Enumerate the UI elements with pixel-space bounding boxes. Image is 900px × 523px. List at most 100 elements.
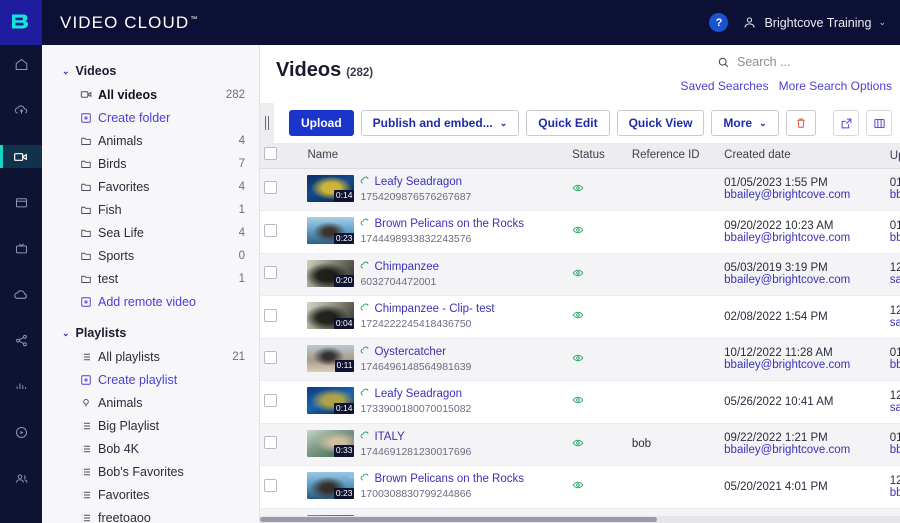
rail-item-players[interactable]: [0, 421, 42, 444]
row-select-cell[interactable]: [260, 296, 303, 339]
search-icon[interactable]: [717, 56, 730, 69]
video-thumbnail[interactable]: ⇥ 0:23: [307, 472, 354, 499]
quick-edit-button[interactable]: Quick Edit: [526, 110, 609, 136]
horizontal-scrollbar[interactable]: [260, 516, 900, 523]
row-select-cell[interactable]: [260, 466, 303, 509]
sidebar-item-playlist-big-playlist[interactable]: Big Playlist: [42, 414, 259, 437]
column-header-created-date[interactable]: Created date: [720, 143, 886, 168]
rail-item-social[interactable]: [0, 329, 42, 352]
sidebar-item-create-folder[interactable]: Create folder: [42, 106, 259, 129]
rail-item-archive[interactable]: [0, 191, 42, 214]
select-all-header[interactable]: [260, 143, 303, 168]
video-thumbnail[interactable]: 0:04: [307, 302, 354, 329]
row-checkbox[interactable]: [264, 266, 277, 279]
eye-icon[interactable]: [572, 352, 624, 367]
more-search-options-link[interactable]: More Search Options: [779, 79, 892, 93]
publish-and-embed-button[interactable]: Publish and embed... ⌄: [361, 110, 520, 136]
row-checkbox[interactable]: [264, 436, 277, 449]
row-select-cell[interactable]: [260, 211, 303, 254]
upload-button[interactable]: Upload: [289, 110, 354, 136]
saved-searches-link[interactable]: Saved Searches: [681, 79, 769, 93]
rail-item-upload[interactable]: [0, 99, 42, 122]
sidebar-item-playlist-favorites[interactable]: Favorites: [42, 483, 259, 506]
video-thumbnail[interactable]: 0:20: [307, 260, 354, 287]
table-row[interactable]: 0:14 Leafy Seadragon 1754209876576267687…: [260, 168, 900, 211]
quick-view-button[interactable]: Quick View: [617, 110, 705, 136]
delete-button[interactable]: [786, 110, 816, 136]
sidebar-item-fish[interactable]: Fish 1: [42, 198, 259, 221]
videos-table-container[interactable]: Name Status Reference ID Created date Up…: [260, 143, 900, 523]
brightcove-logo-tile[interactable]: [0, 0, 42, 45]
column-header-updated-date[interactable]: Updated date ▾: [886, 143, 900, 168]
eye-icon[interactable]: [572, 224, 624, 239]
video-name-link[interactable]: Brown Pelicans on the Rocks: [374, 473, 524, 485]
row-select-cell[interactable]: [260, 423, 303, 466]
sidebar-item-all-videos[interactable]: All videos 282: [42, 83, 259, 106]
select-all-checkbox[interactable]: [264, 147, 277, 160]
row-checkbox[interactable]: [264, 181, 277, 194]
sidebar-group-playlists[interactable]: ⌄ Playlists: [42, 321, 259, 345]
video-name-link[interactable]: Chimpanzee - Clip- test: [374, 303, 494, 315]
row-checkbox[interactable]: [264, 394, 277, 407]
row-select-cell[interactable]: [260, 381, 303, 424]
table-row[interactable]: 0:20 Chimpanzee 6032704472001 05/03/2019…: [260, 253, 900, 296]
sidebar-item-playlist-bobs-favorites[interactable]: Bob's Favorites: [42, 460, 259, 483]
sidebar-item-add-remote-video[interactable]: Add remote video: [42, 290, 259, 313]
row-checkbox[interactable]: [264, 224, 277, 237]
video-name-link[interactable]: Chimpanzee: [374, 261, 439, 273]
help-button[interactable]: ?: [709, 13, 728, 32]
more-button[interactable]: More ⌄: [711, 110, 778, 136]
table-row[interactable]: 0:33 ITALY 1744691281230017696 bob 09/22…: [260, 423, 900, 466]
sidebar-item-create-playlist[interactable]: Create playlist: [42, 368, 259, 391]
sidebar-item-test[interactable]: test 1: [42, 267, 259, 290]
column-header-name[interactable]: Name: [303, 143, 568, 168]
rail-item-analytics[interactable]: [0, 375, 42, 398]
video-thumbnail[interactable]: 0:33: [307, 430, 354, 457]
row-select-cell[interactable]: [260, 168, 303, 211]
export-button[interactable]: [833, 110, 859, 136]
video-name-link[interactable]: Brown Pelicans on the Rocks: [374, 218, 524, 230]
table-row[interactable]: 0:23 Brown Pelicans on the Rocks 1744498…: [260, 211, 900, 254]
eye-icon[interactable]: [572, 437, 624, 452]
sidebar-item-playlist-bob-4k[interactable]: Bob 4K: [42, 437, 259, 460]
video-thumbnail[interactable]: 0:11: [307, 345, 354, 372]
sidebar-item-playlist-freetoaoo[interactable]: freetoaoo: [42, 506, 259, 523]
rail-item-cloud[interactable]: [0, 283, 42, 306]
columns-button[interactable]: [866, 110, 892, 136]
sidebar-item-sea-life[interactable]: Sea Life 4: [42, 221, 259, 244]
eye-icon[interactable]: [572, 182, 624, 197]
eye-icon[interactable]: [572, 267, 624, 282]
sidebar-item-playlist-animals[interactable]: Animals: [42, 391, 259, 414]
table-row[interactable]: 0:14 Leafy Seadragon 1733900180070015082…: [260, 381, 900, 424]
video-name-link[interactable]: Leafy Seadragon: [374, 176, 462, 188]
rail-item-live[interactable]: [0, 237, 42, 260]
column-header-status[interactable]: Status: [568, 143, 628, 168]
column-header-reference-id[interactable]: Reference ID: [628, 143, 720, 168]
rail-item-home[interactable]: [0, 53, 42, 76]
row-select-cell[interactable]: [260, 338, 303, 381]
video-thumbnail[interactable]: 0:23: [307, 217, 354, 244]
rail-item-audience[interactable]: [0, 467, 42, 490]
video-thumbnail[interactable]: 0:14: [307, 387, 354, 414]
row-select-cell[interactable]: [260, 253, 303, 296]
sidebar-item-all-playlists[interactable]: All playlists 21: [42, 345, 259, 368]
video-name-link[interactable]: ITALY: [374, 431, 404, 443]
account-menu[interactable]: Brightcove Training ⌄: [742, 15, 886, 30]
row-checkbox[interactable]: [264, 309, 277, 322]
table-row[interactable]: 0:11 Oystercatcher 1746496148564981639 1…: [260, 338, 900, 381]
sidebar-item-birds[interactable]: Birds 7: [42, 152, 259, 175]
drag-grip-icon[interactable]: [260, 103, 274, 143]
sidebar-item-favorites[interactable]: Favorites 4: [42, 175, 259, 198]
search-input[interactable]: [737, 55, 892, 69]
video-name-link[interactable]: Oystercatcher: [374, 346, 446, 358]
eye-icon[interactable]: [572, 309, 624, 324]
sidebar-group-videos[interactable]: ⌄ Videos: [42, 59, 259, 83]
video-thumbnail[interactable]: 0:14: [307, 175, 354, 202]
table-row[interactable]: ⇥ 0:23 Brown Pelicans on the Rocks 17003…: [260, 466, 900, 509]
scrollbar-thumb[interactable]: [260, 517, 657, 522]
eye-icon[interactable]: [572, 394, 624, 409]
row-checkbox[interactable]: [264, 479, 277, 492]
row-checkbox[interactable]: [264, 351, 277, 364]
rail-item-media[interactable]: [0, 145, 42, 168]
table-row[interactable]: 0:04 Chimpanzee - Clip- test 17242222454…: [260, 296, 900, 339]
